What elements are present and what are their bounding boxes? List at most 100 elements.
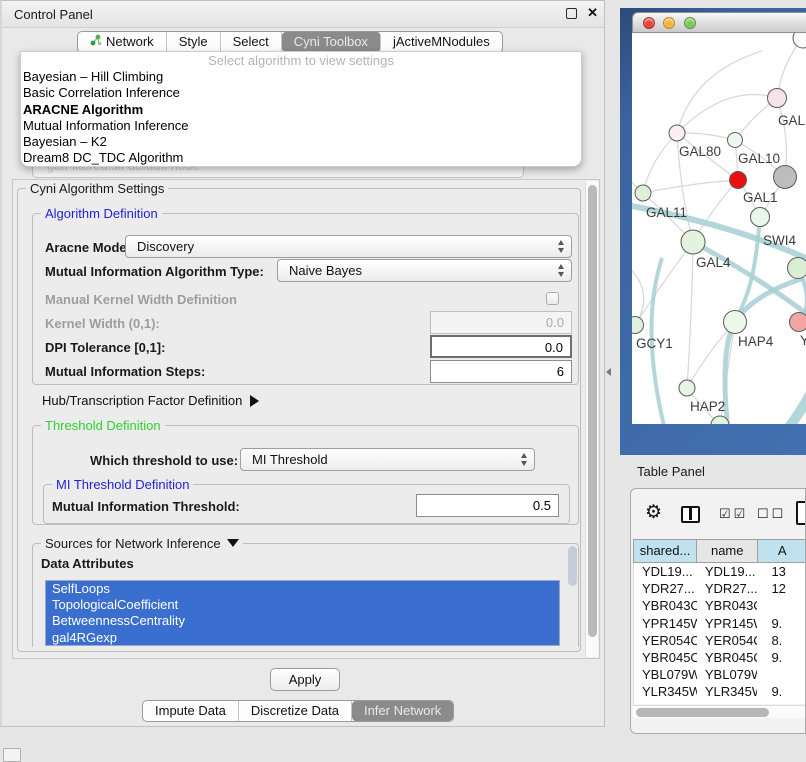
network-edge[interactable] [687,242,693,388]
network-node[interactable] [681,230,705,254]
table-cell: YBR043C [634,597,697,614]
tab-jactivemnodules[interactable]: jActiveMNodules [381,32,502,52]
tab-cyni-toolbox[interactable]: Cyni Toolbox [282,32,381,52]
network-edge[interactable] [632,263,644,325]
table-row[interactable]: YDR27...YDR27...12 [634,580,806,597]
manual-kernel-width-checkbox[interactable] [546,292,559,305]
table-row[interactable]: YDL19...YDL19...13 [634,563,806,580]
zoom-traffic-light-icon[interactable] [684,17,696,29]
minimize-traffic-light-icon[interactable] [663,17,675,29]
network-node[interactable] [730,172,747,189]
table-row[interactable]: YLR345WYLR345W9. [634,683,806,700]
algorithm-option[interactable]: Basic Correlation Inference [21,85,581,101]
algorithm-option[interactable]: Mutual Information Inference [21,118,581,134]
aracne-mode-select[interactable]: Discovery [125,235,572,258]
settings-vertical-scrollbar[interactable] [585,181,598,657]
network-edge-thick[interactable] [748,391,806,424]
table-header-row: shared...nameA [633,539,806,563]
table-doc-icon[interactable] [796,501,806,525]
deselect-all-columns-icon[interactable]: ☐☐ [757,506,786,522]
attribute-item[interactable]: gal4RGexp [46,630,559,646]
tab-label: Network [106,32,154,52]
tab-label: jActiveMNodules [393,32,490,52]
kernel-width-field[interactable]: 0.0 [430,311,572,334]
table-row[interactable]: YIL052CYIL052C9. [634,701,806,705]
table-cell: YDR27... [634,580,697,597]
network-edge[interactable] [677,95,777,133]
algorithm-option[interactable]: ARACNE Algorithm [21,102,581,118]
control-panel-tabbar: Network Style SelectCyni Toolbox jActiveMNo… [77,31,503,53]
table-cell: 9. [757,649,806,666]
table-row[interactable]: YBL079WYBL079W [634,666,806,683]
table-cell [757,597,806,614]
network-node[interactable] [790,313,806,332]
tab-label: Infer Network [364,701,441,721]
network-node[interactable] [793,33,806,48]
attribute-item[interactable]: BetweennessCentrality [46,613,559,629]
table-cell: YBL079W [634,666,697,683]
column-header-2[interactable]: name [697,539,758,563]
hub-definition-section[interactable]: Hub/Transcription Factor Definition [42,393,259,408]
mi-algorithm-type-select[interactable]: Naive Bayes [277,259,572,282]
table-row[interactable]: YBR045CYBR045C9. [634,649,806,666]
attribute-item[interactable]: SelfLoops [46,581,559,597]
select-all-columns-icon[interactable]: ☑☑ [719,506,748,522]
network-edge[interactable] [677,133,735,140]
table-cell: 13 [757,563,806,580]
minimized-panel-icon[interactable] [3,748,21,762]
tab-style[interactable]: Style [167,32,221,52]
data-attributes-list[interactable]: SelfLoopsTopologicalCoefficientBetweenne… [45,580,560,646]
table-row[interactable]: YBR043CYBR043C [634,597,806,614]
table-horizontal-scrollbar[interactable] [633,705,805,718]
tab-network[interactable]: Network [78,32,167,52]
network-node[interactable] [632,317,644,334]
close-traffic-light-icon[interactable] [643,17,655,29]
columns-icon[interactable] [681,506,700,523]
network-node[interactable] [751,208,770,227]
network-canvas[interactable]: GALGAL80GAL10GAL1GAL11SWI4GAL4GCY1HAP4YH… [632,33,806,424]
apply-button[interactable]: Apply [270,668,340,691]
tab-infer-network[interactable]: Infer Network [352,701,453,721]
which-threshold-select[interactable]: MI Threshold [240,448,535,471]
mi-steps-field[interactable]: 6 [430,360,572,383]
stepper-icon [521,453,527,466]
network-node[interactable] [728,133,743,148]
column-header-3[interactable]: A [758,539,806,563]
close-icon[interactable]: ✕ [587,5,598,21]
panel-divider-collapse-icon[interactable] [606,368,611,376]
float-icon[interactable] [566,8,577,19]
stepper-icon [558,264,564,277]
mi-threshold-field[interactable]: 0.5 [416,494,559,517]
dpi-tolerance-field[interactable]: 0.0 [430,335,572,358]
network-node[interactable] [635,185,651,201]
tab-impute-data[interactable]: Impute Data [143,701,239,721]
column-header-1[interactable]: shared... [633,539,697,563]
network-node[interactable] [724,311,747,334]
attribute-item[interactable]: TopologicalCoefficient [46,597,559,613]
tab-label: Style [179,32,208,52]
tab-discretize-data[interactable]: Discretize Data [239,701,352,721]
network-edge[interactable] [635,242,693,325]
network-node[interactable] [669,125,685,141]
gear-icon[interactable]: ⚙ [645,501,662,524]
control-panel-title: Control Panel [14,7,93,22]
sources-title[interactable]: Sources for Network Inference [41,536,243,551]
network-edge[interactable] [643,133,677,193]
network-node[interactable] [774,166,797,189]
network-node[interactable] [788,258,806,279]
network-node[interactable] [768,89,787,108]
sources-title-text: Sources for Network Inference [45,536,221,551]
network-edge-thick[interactable] [725,278,804,424]
algorithm-option[interactable]: Bayesian – K2 [21,134,581,150]
table-row[interactable]: YER054CYER054C8. [634,632,806,649]
network-node[interactable] [679,380,695,396]
table-row[interactable]: YPR145WYPR145W9. [634,615,806,632]
attributes-scrollbar[interactable] [568,546,577,606]
network-edge[interactable] [643,180,738,193]
algorithm-option[interactable]: Dream8 DC_TDC Algorithm [21,150,581,166]
algorithm-option[interactable]: Bayesian – Hill Climbing [21,69,581,85]
collapsed-arrow-icon [250,395,259,407]
algorithm-definition-title: Algorithm Definition [41,206,162,221]
table-cell: 9. [757,615,806,632]
tab-select[interactable]: Select [221,32,282,52]
